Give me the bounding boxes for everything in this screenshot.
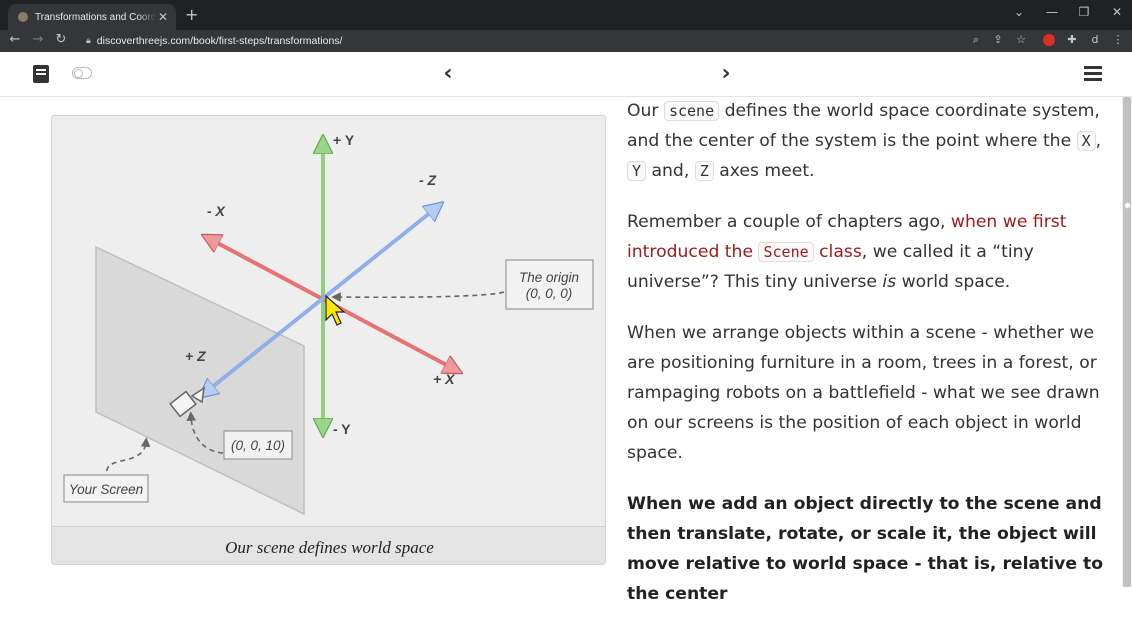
next-page-chevron-icon[interactable]: › bbox=[716, 61, 736, 86]
paragraph-4: When we add an object directly to the sc… bbox=[627, 494, 1104, 604]
figure-caption-bar: Our scene defines world space bbox=[52, 526, 605, 564]
book-icon[interactable] bbox=[33, 65, 49, 83]
new-tab-button[interactable]: + bbox=[185, 5, 198, 24]
mouse-cursor-icon bbox=[325, 294, 346, 326]
origin-pointer bbox=[331, 291, 505, 302]
your-screen-label: Your Screen bbox=[69, 482, 143, 497]
code-y: Y bbox=[627, 161, 647, 181]
extension-icon[interactable] bbox=[1043, 34, 1055, 46]
site-header: ‹ › bbox=[0, 52, 1132, 97]
code-x: X bbox=[1076, 131, 1096, 151]
url-text: discoverthreejs.com/book/first-steps/tra… bbox=[96, 35, 343, 47]
plus-y-label: + Y bbox=[333, 132, 355, 148]
screen-pointer bbox=[106, 437, 151, 472]
origin-label-line2: (0, 0, 0) bbox=[526, 286, 573, 301]
restore-button[interactable]: ❐ bbox=[1074, 5, 1094, 19]
paragraph-2: Remember a couple of chapters ago, when … bbox=[627, 212, 1067, 292]
screen-plane bbox=[95, 245, 305, 516]
hamburger-menu-icon[interactable] bbox=[1084, 66, 1102, 81]
minus-y-label: - Y bbox=[333, 421, 351, 437]
favicon-icon bbox=[18, 12, 28, 22]
browser-tab[interactable]: Transformations and Coordinate ✕ bbox=[8, 4, 176, 30]
minus-x-label: - X bbox=[207, 203, 227, 219]
extensions-puzzle-icon[interactable]: ✚ bbox=[1064, 33, 1080, 46]
coordinate-diagram: + Y - Y + X - X + Z - Z The origin (0, 0… bbox=[63, 132, 594, 516]
article-text: Our scene defines the world space coordi… bbox=[627, 96, 1107, 630]
share-icon[interactable]: ⇪ bbox=[990, 33, 1006, 46]
camera-position-label: (0, 0, 10) bbox=[231, 438, 285, 453]
plus-z-label: + Z bbox=[185, 348, 206, 364]
tab-search-icon[interactable]: ⌄ bbox=[1009, 5, 1029, 19]
zoom-icon[interactable]: ⌕ bbox=[968, 33, 984, 47]
scroll-position-indicator bbox=[1124, 202, 1131, 209]
back-arrow-icon[interactable]: ← bbox=[7, 32, 23, 47]
bookmark-star-icon[interactable]: ☆ bbox=[1013, 33, 1029, 46]
minus-z-label: - Z bbox=[419, 172, 437, 188]
code-scene: scene bbox=[663, 101, 720, 121]
lock-icon: 🔒︎ bbox=[86, 36, 91, 46]
browser-toolbar: ← → ↻ 🔒︎ discoverthreejs.com/book/first-… bbox=[0, 30, 1132, 52]
code-scene-class: Scene bbox=[758, 242, 814, 262]
minimize-button[interactable]: — bbox=[1042, 5, 1062, 19]
plus-x-label: + X bbox=[433, 371, 456, 387]
profile-icon[interactable]: d bbox=[1087, 33, 1103, 46]
address-bar[interactable]: 🔒︎ discoverthreejs.com/book/first-steps/… bbox=[78, 31, 988, 51]
world-space-figure: + Y - Y + X - X + Z - Z The origin (0, 0… bbox=[51, 115, 606, 565]
reload-icon[interactable]: ↻ bbox=[53, 32, 69, 47]
scrollbar-thumb[interactable] bbox=[1123, 97, 1131, 587]
browser-tab-bar: Transformations and Coordinate ✕ + ⌄ — ❐… bbox=[0, 0, 1132, 30]
paragraph-3: When we arrange objects within a scene -… bbox=[627, 323, 1100, 463]
forward-arrow-icon[interactable]: → bbox=[30, 32, 46, 47]
previous-page-chevron-icon[interactable]: ‹ bbox=[438, 61, 458, 86]
tab-close-icon[interactable]: ✕ bbox=[156, 10, 170, 24]
code-z: Z bbox=[694, 161, 714, 181]
theme-toggle-icon[interactable] bbox=[72, 67, 92, 79]
paragraph-1: Our scene defines the world space coordi… bbox=[627, 101, 1102, 181]
origin-label-line1: The origin bbox=[519, 270, 579, 285]
figure-caption: Our scene defines world space bbox=[225, 538, 434, 557]
tab-title: Transformations and Coordinate bbox=[35, 11, 156, 23]
browser-menu-icon[interactable]: ⋮ bbox=[1110, 33, 1126, 46]
close-window-button[interactable]: ✕ bbox=[1107, 5, 1127, 19]
